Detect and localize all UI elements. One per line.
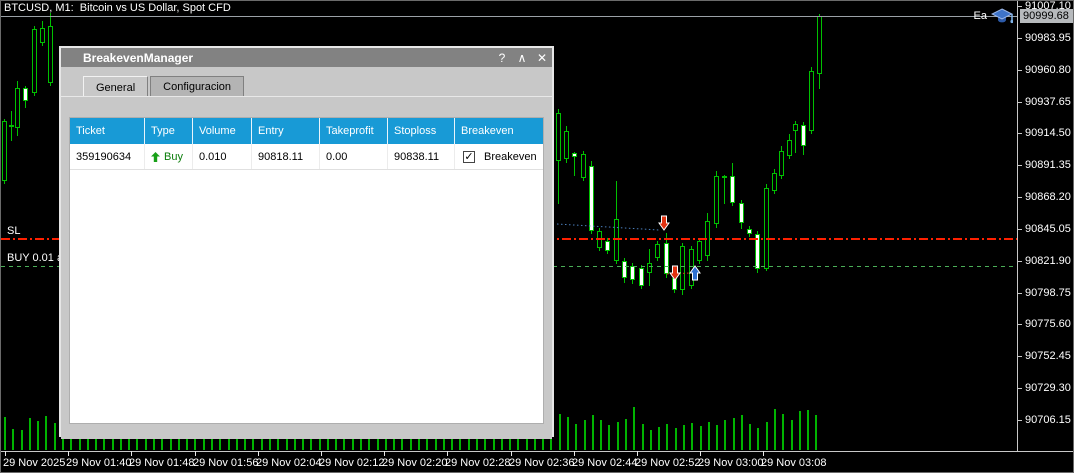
time-axis-tick xyxy=(447,451,448,456)
dialog-content: Ticket Type Volume Entry Takeprofit Stop… xyxy=(61,96,552,439)
time-axis-tick xyxy=(637,451,638,456)
time-axis-tick xyxy=(5,451,6,456)
price-axis-label: 90752.45 xyxy=(1025,350,1071,362)
time-axis-label: 29 Nov 2025 xyxy=(3,457,65,469)
sell-trade-arrow-icon[interactable] xyxy=(670,266,680,280)
price-axis-label: 90983.95 xyxy=(1025,32,1071,44)
price-axis-tick xyxy=(1018,420,1022,421)
dialog-tab-strip: General Configuracion xyxy=(61,71,552,96)
price-axis-tick xyxy=(1018,388,1022,389)
breakeven-checkbox[interactable]: ✓ xyxy=(463,151,475,163)
price-axis-tick xyxy=(1018,261,1022,262)
time-axis-tick xyxy=(68,451,69,456)
time-axis-label: 29 Nov 03:08 xyxy=(761,457,826,469)
time-axis-tick xyxy=(131,451,132,456)
time-axis-label: 29 Nov 02:52 xyxy=(635,457,700,469)
breakeven-manager-dialog: BreakevenManager ? ∧ ✕ General Configura… xyxy=(59,46,554,437)
current-price-box: 90999.68 xyxy=(1020,9,1074,23)
price-axis-tick xyxy=(1018,293,1022,294)
cell-volume: 0.010 xyxy=(193,144,252,169)
time-axis-label: 29 Nov 02:20 xyxy=(382,457,447,469)
price-axis-tick xyxy=(1018,165,1022,166)
time-axis-label: 29 Nov 02:36 xyxy=(509,457,574,469)
time-axis-label: 29 Nov 02:44 xyxy=(572,457,637,469)
price-axis-label: 90960.80 xyxy=(1025,64,1071,76)
positions-table: Ticket Type Volume Entry Takeprofit Stop… xyxy=(69,117,544,424)
cell-breakeven: ✓ Breakeven xyxy=(455,144,543,169)
column-header-entry[interactable]: Entry xyxy=(252,118,320,144)
cell-entry: 90818.11 xyxy=(252,144,320,169)
column-header-volume[interactable]: Volume xyxy=(193,118,252,144)
time-axis-tick xyxy=(321,451,322,456)
expert-advisor-hat-icon xyxy=(991,8,1013,25)
table-header-row: Ticket Type Volume Entry Takeprofit Stop… xyxy=(70,118,543,144)
time-axis-label: 29 Nov 02:04 xyxy=(256,457,321,469)
time-axis-label: 29 Nov 03:00 xyxy=(698,457,763,469)
price-axis-label: 90729.30 xyxy=(1025,382,1071,394)
buy-trade-arrow-icon[interactable] xyxy=(690,266,700,280)
price-axis-tick xyxy=(1018,38,1022,39)
expert-advisor-label: Ea xyxy=(974,10,987,22)
column-header-breakeven[interactable]: Breakeven xyxy=(455,118,543,144)
cell-takeprofit: 0.00 xyxy=(320,144,388,169)
price-axis-tick xyxy=(1018,356,1022,357)
time-axis-tick xyxy=(763,451,764,456)
dialog-title: BreakevenManager xyxy=(83,51,492,65)
price-axis-label: 90937.65 xyxy=(1025,96,1071,108)
price-axis-tick xyxy=(1018,197,1022,198)
time-axis-tick xyxy=(574,451,575,456)
time-axis-label: 29 Nov 01:48 xyxy=(129,457,194,469)
cell-type: Buy xyxy=(145,144,193,169)
cell-stoploss: 90838.11 xyxy=(388,144,455,169)
dialog-help-button[interactable]: ? xyxy=(492,51,512,65)
dialog-titlebar[interactable]: BreakevenManager ? ∧ ✕ xyxy=(61,48,552,67)
time-axis-tick xyxy=(258,451,259,456)
tab-configuracion[interactable]: Configuracion xyxy=(150,76,244,96)
price-axis[interactable]: 91007.1090983.9590960.8090937.6590914.50… xyxy=(1017,1,1074,451)
sell-trade-arrow-icon[interactable] xyxy=(659,216,669,230)
price-axis-tick xyxy=(1018,6,1022,7)
price-axis-label: 90775.60 xyxy=(1025,318,1071,330)
time-axis-tick xyxy=(384,451,385,456)
chart-symbol-title: BTCUSD, M1: Bitcoin vs US Dollar, Spot C… xyxy=(4,2,231,14)
column-header-type[interactable]: Type xyxy=(145,118,193,144)
cell-type-text: Buy xyxy=(164,144,183,169)
price-axis-label: 90821.90 xyxy=(1025,255,1071,267)
time-axis-label: 29 Nov 01:56 xyxy=(193,457,258,469)
price-axis-label: 90706.15 xyxy=(1025,414,1071,426)
cell-ticket: 359190634 xyxy=(70,144,145,169)
breakeven-checkbox-label: Breakeven xyxy=(484,144,537,169)
price-axis-label: 90914.50 xyxy=(1025,127,1071,139)
price-axis-label: 90868.20 xyxy=(1025,191,1071,203)
buy-arrow-icon xyxy=(151,152,160,162)
time-axis-label: 29 Nov 01:40 xyxy=(66,457,131,469)
time-axis[interactable]: 29 Nov 202529 Nov 01:4029 Nov 01:4829 No… xyxy=(1,451,1074,473)
price-axis-label: 90798.75 xyxy=(1025,287,1071,299)
price-axis-tick xyxy=(1018,102,1022,103)
table-row[interactable]: 359190634 Buy 0.010 90818.11 0.00 90838.… xyxy=(70,144,543,170)
expert-advisor-badge[interactable]: Ea xyxy=(974,7,1013,25)
price-axis-tick xyxy=(1018,324,1022,325)
price-axis-tick xyxy=(1018,229,1022,230)
column-header-takeprofit[interactable]: Takeprofit xyxy=(320,118,388,144)
time-axis-label: 29 Nov 02:12 xyxy=(319,457,384,469)
time-axis-label: 29 Nov 02:28 xyxy=(445,457,510,469)
column-header-stoploss[interactable]: Stoploss xyxy=(388,118,455,144)
price-axis-label: 90891.35 xyxy=(1025,159,1071,171)
dialog-collapse-button[interactable]: ∧ xyxy=(512,51,532,65)
time-axis-tick xyxy=(700,451,701,456)
trade-connector-line xyxy=(557,224,659,230)
time-axis-tick xyxy=(195,451,196,456)
mt5-chart-window: BTCUSD, M1: Bitcoin vs US Dollar, Spot C… xyxy=(0,0,1074,473)
dialog-close-button[interactable]: ✕ xyxy=(532,51,552,65)
price-axis-tick xyxy=(1018,133,1022,134)
column-header-ticket[interactable]: Ticket xyxy=(70,118,145,144)
time-axis-tick xyxy=(511,451,512,456)
price-axis-tick xyxy=(1018,70,1022,71)
tab-general[interactable]: General xyxy=(83,76,148,97)
price-axis-label: 90845.05 xyxy=(1025,223,1071,235)
